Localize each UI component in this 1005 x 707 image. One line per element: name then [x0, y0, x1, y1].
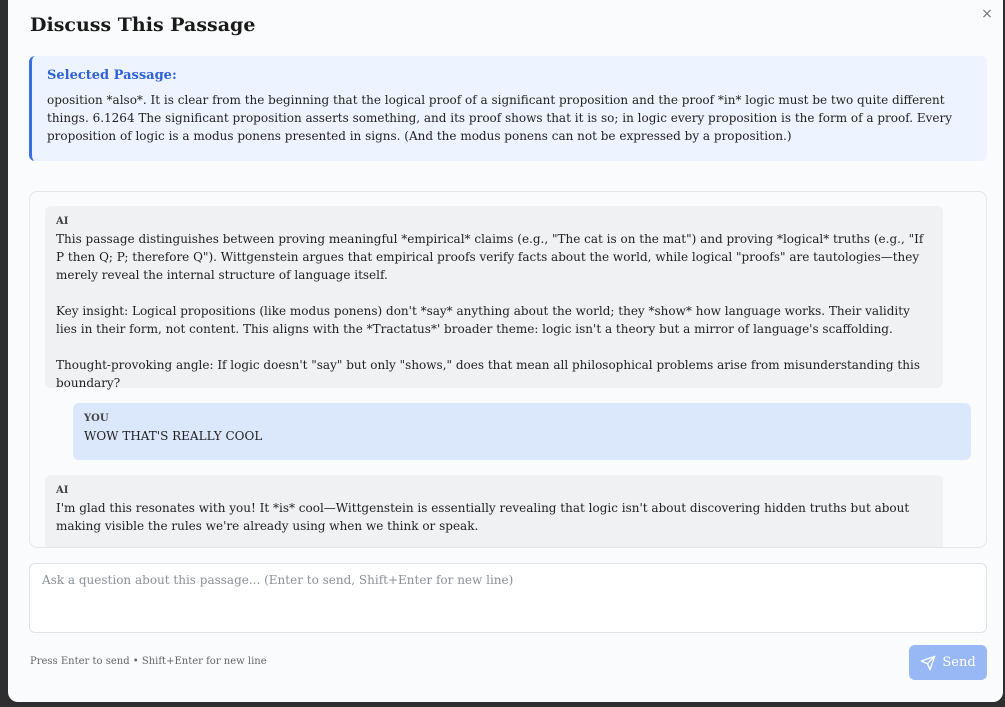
message-sender: YOU — [84, 413, 109, 424]
passage-label: Selected Passage: — [47, 68, 177, 83]
message-paragraph: This passage distinguishes between provi… — [56, 232, 924, 282]
selected-passage: Selected Passage: oposition *also*. It i… — [29, 56, 987, 161]
chat-message-ai: AI This passage distinguishes between pr… — [45, 206, 943, 390]
keyboard-hint: Press Enter to send • Shift+Enter for ne… — [30, 656, 267, 667]
chat-history[interactable]: AI This passage distinguishes between pr… — [29, 191, 987, 548]
message-body: I'm glad this resonates with you! It *is… — [56, 499, 932, 535]
discuss-passage-modal: Discuss This Passage × Selected Passage:… — [8, 0, 1003, 702]
chat-message-ai: AI I'm glad this resonates with you! It … — [45, 475, 943, 547]
question-input[interactable] — [29, 563, 987, 633]
chat-message-user: YOU WOW THAT'S REALLY COOL — [73, 403, 971, 460]
send-button[interactable]: Send — [909, 645, 987, 680]
close-button[interactable]: × — [977, 4, 997, 24]
message-sender: AI — [56, 216, 69, 227]
message-paragraph: Key insight: Logical propositions (like … — [56, 304, 910, 336]
message-sender: AI — [56, 485, 69, 496]
modal-title: Discuss This Passage — [30, 14, 256, 36]
message-paragraph: I'm glad this resonates with you! It *is… — [56, 501, 910, 533]
message-paragraph: Thought-provoking angle: If logic doesn'… — [56, 358, 920, 390]
message-body: WOW THAT'S REALLY COOL — [84, 427, 960, 445]
close-icon: × — [981, 6, 993, 22]
message-paragraph: WOW THAT'S REALLY COOL — [84, 429, 263, 443]
send-icon — [920, 655, 936, 671]
passage-text: oposition *also*. It is clear from the b… — [47, 93, 953, 143]
send-button-label: Send — [942, 655, 976, 670]
message-body: This passage distinguishes between provi… — [56, 230, 932, 392]
